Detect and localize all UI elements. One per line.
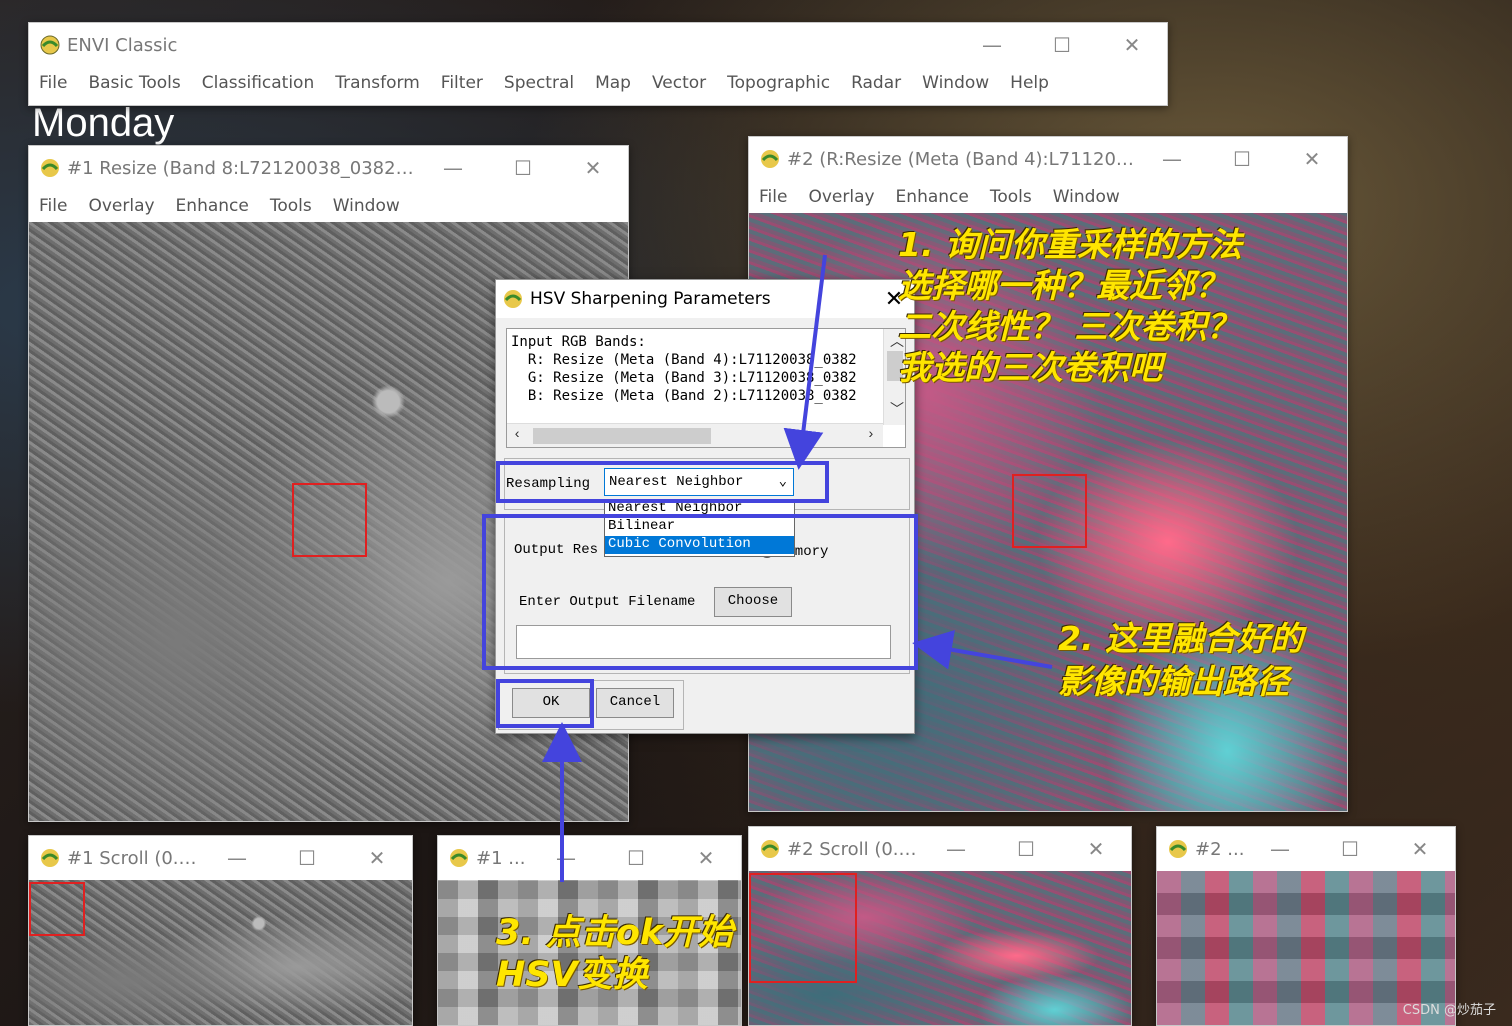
zoom-window-2-titlebar[interactable]: #2 ... — ☐ ✕	[1157, 827, 1455, 871]
scroll-window-2-titlebar[interactable]: #2 Scroll (0.1... — ☐ ✕	[749, 827, 1131, 871]
image-window-1-title: #1 Resize (Band 8:L72120038_038200...	[67, 157, 418, 179]
main-menu-map[interactable]: Map	[595, 73, 631, 93]
highlight-output	[482, 514, 918, 670]
scroll-left-icon[interactable]: ‹	[513, 427, 521, 443]
img1-menu-enhance[interactable]: Enhance	[176, 196, 249, 216]
envi-main-menubar: File Basic Tools Classification Transform Fi…	[29, 67, 1167, 99]
envi-main-titlebar[interactable]: ENVI Classic — ☐ ✕	[29, 23, 1167, 67]
scroll-1-image[interactable]	[29, 880, 412, 1025]
minimize-button[interactable]: —	[418, 146, 488, 190]
img1-menu-overlay[interactable]: Overlay	[88, 196, 154, 216]
minimize-button[interactable]: —	[1137, 137, 1207, 181]
close-button[interactable]: ✕	[1097, 23, 1167, 67]
scroll-window-1: #1 Scroll (0.0... — ☐ ✕	[28, 835, 413, 1026]
zoom-window-2: #2 ... — ☐ ✕	[1156, 826, 1456, 1026]
zoom-window-1-titlebar[interactable]: #1 ... — ☐ ✕	[438, 836, 741, 880]
maximize-button[interactable]: ☐	[1315, 827, 1385, 871]
scroll-box[interactable]	[29, 882, 85, 936]
maximize-button[interactable]: ☐	[1027, 23, 1097, 67]
image-window-1-titlebar[interactable]: #1 Resize (Band 8:L72120038_038200... — …	[29, 146, 628, 190]
maximize-button[interactable]: ☐	[1207, 137, 1277, 181]
close-button[interactable]: ✕	[1385, 827, 1455, 871]
band-g: G: Resize (Meta (Band 3):L71120038_0382	[511, 370, 857, 386]
image-window-2-title: #2 (R:Resize (Meta (Band 4):L7112003...	[787, 148, 1137, 170]
envi-globe-icon	[761, 150, 779, 168]
maximize-button[interactable]: ☐	[601, 836, 671, 880]
dialog-title: HSV Sharpening Parameters	[530, 289, 771, 309]
annotation-note-2: 2. 这里融合好的 影像的输出路径	[1058, 619, 1303, 701]
input-bands-text: Input RGB Bands: R: Resize (Meta (Band 4…	[511, 334, 857, 404]
img2-menu-overlay[interactable]: Overlay	[808, 187, 874, 207]
main-menu-topographic[interactable]: Topographic	[727, 73, 830, 93]
cancel-button[interactable]: Cancel	[596, 688, 674, 718]
img1-menu-window[interactable]: Window	[333, 196, 400, 216]
main-menu-file[interactable]: File	[39, 73, 67, 93]
band-r: R: Resize (Meta (Band 4):L71120038_0382	[511, 352, 857, 368]
image-window-2-titlebar[interactable]: #2 (R:Resize (Meta (Band 4):L7112003... …	[749, 137, 1347, 181]
main-menu-window[interactable]: Window	[922, 73, 989, 93]
close-button[interactable]: ✕	[671, 836, 741, 880]
scroll-window-1-titlebar[interactable]: #1 Scroll (0.0... — ☐ ✕	[29, 836, 412, 880]
image-window-1-menubar: File Overlay Enhance Tools Window	[29, 190, 628, 222]
maximize-button[interactable]: ☐	[272, 836, 342, 880]
main-menu-transform[interactable]: Transform	[335, 73, 420, 93]
band-b: B: Resize (Meta (Band 2):L71120038_0382	[511, 388, 857, 404]
input-bands-list[interactable]: Input RGB Bands: R: Resize (Meta (Band 4…	[506, 328, 906, 448]
minimize-button[interactable]: —	[531, 836, 601, 880]
horizontal-scroll-thumb[interactable]	[533, 428, 711, 444]
scroll-2-image[interactable]	[749, 871, 1131, 1025]
img2-menu-file[interactable]: File	[759, 187, 787, 207]
img2-menu-window[interactable]: Window	[1053, 187, 1120, 207]
envi-globe-icon	[1169, 840, 1187, 858]
img2-menu-tools[interactable]: Tools	[990, 187, 1032, 207]
main-menu-help[interactable]: Help	[1010, 73, 1049, 93]
close-button[interactable]: ✕	[342, 836, 412, 880]
envi-globe-icon	[504, 290, 522, 308]
img2-menu-enhance[interactable]: Enhance	[896, 187, 969, 207]
img1-menu-tools[interactable]: Tools	[270, 196, 312, 216]
minimize-button[interactable]: —	[921, 827, 991, 871]
minimize-button[interactable]: —	[1245, 827, 1315, 871]
close-button[interactable]: ✕	[558, 146, 628, 190]
main-menu-spectral[interactable]: Spectral	[504, 73, 574, 93]
close-button[interactable]: ✕	[1061, 827, 1131, 871]
scroll-down-icon[interactable]: ﹀	[890, 399, 904, 419]
scroll-window-2-title: #2 Scroll (0.1...	[787, 838, 921, 860]
minimize-button[interactable]: —	[202, 836, 272, 880]
horizontal-scrollbar[interactable]: ‹ ›	[507, 423, 883, 447]
scroll-window-2: #2 Scroll (0.1... — ☐ ✕	[748, 826, 1132, 1026]
scroll-right-icon[interactable]: ›	[867, 427, 875, 443]
background-caption: Monday	[32, 101, 175, 145]
envi-main-window: ENVI Classic — ☐ ✕ File Basic Tools Classi…	[28, 22, 1168, 106]
highlight-resampling	[496, 461, 829, 503]
envi-globe-icon	[40, 35, 60, 55]
minimize-button[interactable]: —	[957, 23, 1027, 67]
annotation-note-3: 3. 点击ok开始 HSV变换	[496, 913, 734, 995]
zoom-box[interactable]	[292, 483, 367, 557]
scroll-box[interactable]	[749, 873, 857, 983]
main-menu-classification[interactable]: Classification	[202, 73, 314, 93]
main-menu-vector[interactable]: Vector	[652, 73, 706, 93]
close-button[interactable]: ✕	[1277, 137, 1347, 181]
envi-globe-icon	[450, 849, 468, 867]
dialog-titlebar[interactable]: HSV Sharpening Parameters ✕	[496, 280, 914, 318]
zoom-window-1-title: #1 ...	[476, 847, 526, 869]
zoom-box[interactable]	[1012, 474, 1087, 548]
image-window-2-menubar: File Overlay Enhance Tools Window	[749, 181, 1347, 213]
envi-main-title: ENVI Classic	[67, 34, 178, 56]
highlight-ok	[496, 679, 594, 728]
main-menu-filter[interactable]: Filter	[441, 73, 483, 93]
main-menu-radar[interactable]: Radar	[851, 73, 901, 93]
envi-globe-icon	[41, 849, 59, 867]
scroll-window-1-title: #1 Scroll (0.0...	[67, 847, 202, 869]
envi-globe-icon	[761, 840, 779, 858]
img1-menu-file[interactable]: File	[39, 196, 67, 216]
watermark: CSDN @炒茄子	[1402, 1003, 1496, 1018]
maximize-button[interactable]: ☐	[488, 146, 558, 190]
zoom-window-2-title: #2 ...	[1195, 838, 1245, 860]
maximize-button[interactable]: ☐	[991, 827, 1061, 871]
envi-globe-icon	[41, 159, 59, 177]
annotation-note-1: 1. 询问你重采样的方法 选择哪一种？最近邻？ 二次线性？ 三次卷积？ 我选的三…	[898, 225, 1242, 387]
main-menu-basic-tools[interactable]: Basic Tools	[88, 73, 180, 93]
